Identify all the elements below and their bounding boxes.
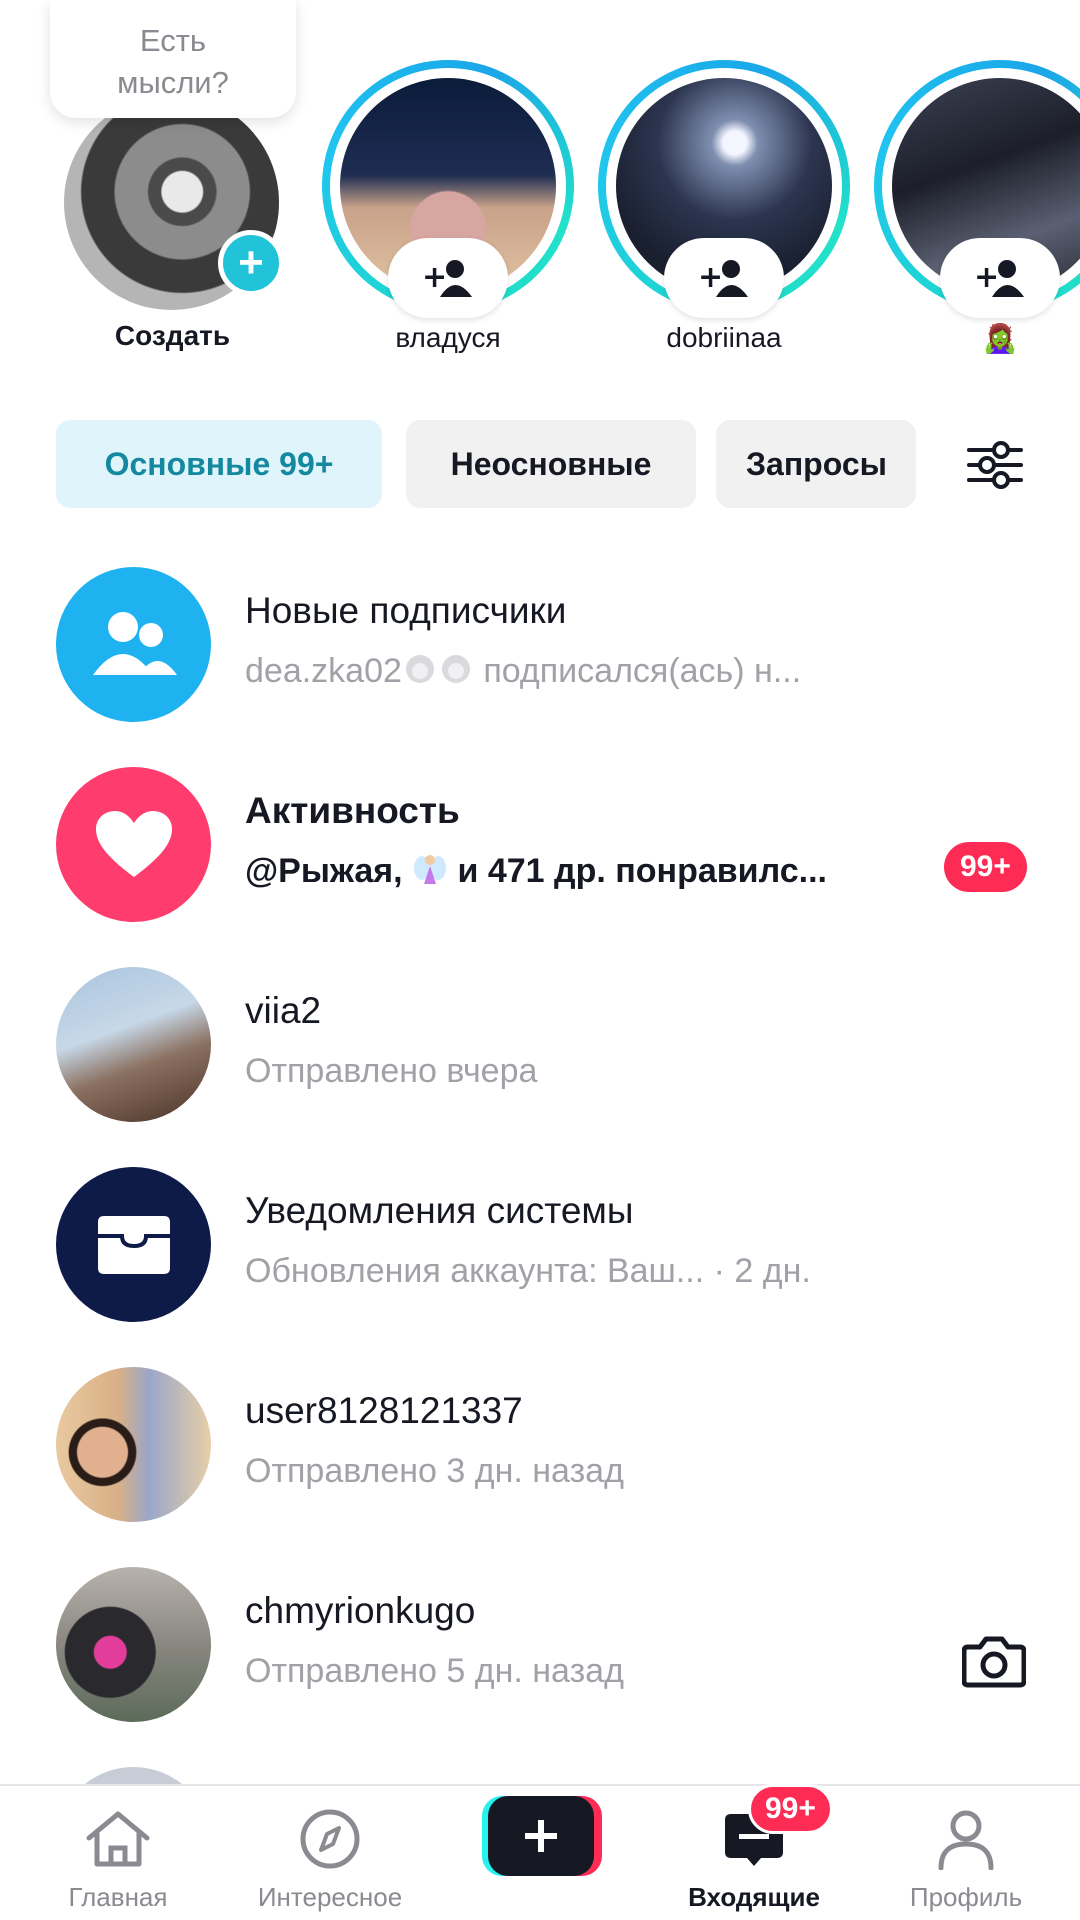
avatar xyxy=(56,1367,211,1522)
nav-discover[interactable]: Интересное xyxy=(230,1786,430,1920)
list-item-chat[interactable]: viia2 Отправлено вчера xyxy=(0,960,1080,1122)
list-item-new-followers[interactable]: Новые подписчики dea.zka02 подписался(ас… xyxy=(0,560,1080,722)
nav-home[interactable]: Главная xyxy=(18,1786,218,1920)
avatar xyxy=(56,1767,211,1784)
thought-bubble[interactable]: Есть мысли? xyxy=(50,0,296,118)
nav-home-label: Главная xyxy=(68,1882,168,1912)
create-video-button[interactable] xyxy=(482,1796,602,1876)
list-item-partial xyxy=(0,1760,1080,1784)
story-item[interactable]: + 🧟‍♀️ xyxy=(874,60,1080,360)
tab-secondary[interactable]: Неосновные xyxy=(406,420,696,508)
follow-button[interactable]: + xyxy=(664,238,784,318)
nav-inbox-label: Входящие xyxy=(688,1882,820,1912)
fairy-emoji-icon xyxy=(414,855,447,884)
row-title: user8128121337 xyxy=(245,1390,523,1431)
story-name: 🧟‍♀️ xyxy=(982,323,1018,354)
row-title: Активность xyxy=(245,790,460,831)
list-item-chat[interactable]: chmyrionkugo Отправлено 5 дн. назад xyxy=(0,1560,1080,1722)
follow-button[interactable]: + xyxy=(388,238,508,318)
stories-row: + Создать Есть мысли? + владуся + dobrii… xyxy=(0,0,1080,370)
row-title: chmyrionkugo xyxy=(245,1590,476,1631)
avatar xyxy=(56,967,211,1122)
row-subtitle: Отправлено вчера xyxy=(245,1052,538,1090)
follow-button[interactable]: + xyxy=(940,238,1060,318)
create-story[interactable]: + Создать xyxy=(50,80,290,370)
home-icon xyxy=(86,1811,150,1867)
svg-text:+: + xyxy=(698,260,723,295)
row-subtitle: @Рыжая, и 471 др. понравилс... xyxy=(245,852,827,890)
compass-icon xyxy=(300,1809,360,1869)
inbox-tray-icon xyxy=(56,1167,211,1322)
unread-badge: 99+ xyxy=(944,842,1027,892)
girl-emoji-icon xyxy=(405,655,434,683)
nav-discover-label: Интересное xyxy=(257,1882,403,1912)
add-user-icon: + xyxy=(974,260,1024,297)
thought-prompt: Есть мысли? xyxy=(117,23,229,100)
row-title: viia2 xyxy=(245,990,322,1031)
avatar xyxy=(56,1567,211,1722)
girl-emoji-icon xyxy=(441,655,470,683)
tab-requests[interactable]: Запросы xyxy=(716,420,916,508)
list-item-chat[interactable]: user8128121337 Отправлено 3 дн. назад xyxy=(0,1360,1080,1522)
list-item-activity[interactable]: Активность @Рыжая, и 471 др. понравилс..… xyxy=(0,760,1080,922)
create-story-label: Создать xyxy=(114,320,231,351)
story-name: dobriinaa xyxy=(666,322,782,353)
followers-icon xyxy=(56,567,211,722)
filter-settings-icon[interactable] xyxy=(965,438,1025,492)
nav-profile[interactable]: Профиль xyxy=(866,1786,1066,1920)
tab-primary[interactable]: Основные 99+ xyxy=(56,420,382,508)
row-subtitle: Отправлено 5 дн. назад xyxy=(245,1652,624,1690)
row-subtitle: Обновления аккаунта: Ваш... · 2 дн. xyxy=(245,1252,811,1290)
row-subtitle: Отправлено 3 дн. назад xyxy=(245,1452,624,1490)
story-item[interactable]: + владуся xyxy=(322,60,582,360)
add-user-icon: + xyxy=(422,260,472,297)
camera-icon[interactable] xyxy=(962,1633,1026,1689)
profile-icon xyxy=(938,1810,994,1870)
svg-text:+: + xyxy=(422,260,447,295)
inbox-badge: 99+ xyxy=(748,1784,833,1834)
add-story-icon[interactable]: + xyxy=(218,230,284,296)
list-item-system-notifications[interactable]: Уведомления системы Обновления аккаунта:… xyxy=(0,1160,1080,1322)
row-title: Уведомления системы xyxy=(245,1190,634,1231)
heart-icon xyxy=(56,767,211,922)
row-title: Новые подписчики xyxy=(245,590,567,631)
svg-text:+: + xyxy=(974,260,999,295)
story-name: владуся xyxy=(395,322,501,353)
row-subtitle: dea.zka02 подписался(ась) н... xyxy=(245,652,802,690)
inbox-tabs: Основные 99+ Неосновные Запросы xyxy=(56,420,1056,508)
story-item[interactable]: + dobriinaa xyxy=(598,60,858,360)
row-time: · 2 дн. xyxy=(704,1252,811,1290)
add-user-icon: + xyxy=(698,260,748,297)
nav-profile-label: Профиль xyxy=(909,1882,1023,1912)
